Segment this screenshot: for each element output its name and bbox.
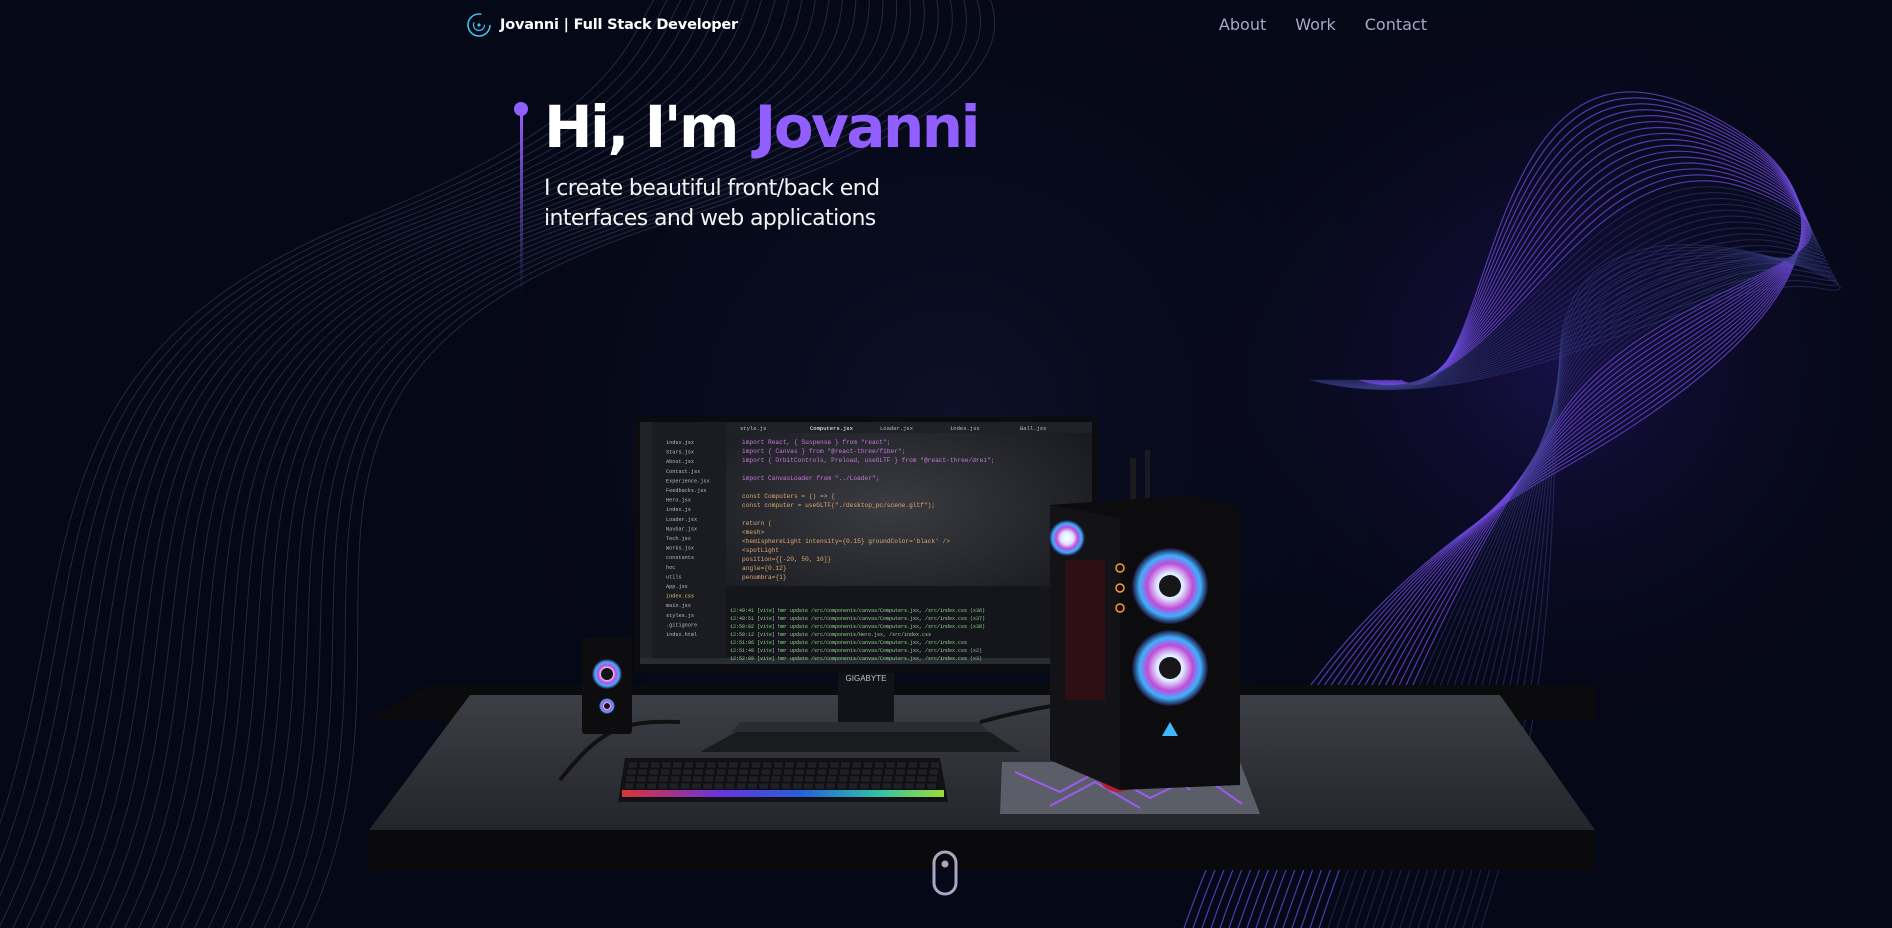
code-line: position={[-20, 50, 10]}: [742, 556, 831, 563]
code-line: angle={0.12}: [742, 565, 787, 572]
keyboard: [618, 758, 948, 802]
code-line: <spotLight: [742, 547, 779, 554]
explorer-item: Tech.jsx: [666, 536, 691, 542]
code-line: <hemisphereLight intensity={0.15} ground…: [742, 538, 950, 545]
hero-subtitle: I create beautiful front/back end interf…: [544, 176, 880, 231]
explorer-item: Feedbacks.jsx: [666, 488, 706, 494]
nav-link-work[interactable]: Work: [1295, 15, 1336, 34]
editor-tab: Ball.jsx: [1020, 425, 1047, 432]
code-line: const Computers = () => {: [742, 493, 835, 500]
explorer-item: utils: [666, 574, 682, 580]
explorer-item: index.js: [666, 507, 691, 513]
editor-tab: Loader.jsx: [880, 425, 914, 432]
terminal-line: 12:50:02 [vite] hmr update /src/componen…: [730, 624, 985, 630]
explorer-item: Stars.jsx: [666, 450, 694, 456]
monitor: GIGABYTE style.js Computers.jsx Loader.jsx…: [634, 417, 1098, 683]
logo-icon: [467, 13, 491, 37]
desktop-pc-scene[interactable]: GIGABYTE style.js Computers.jsx Loader.jsx…: [360, 400, 1600, 880]
desk: [368, 685, 1595, 870]
terminal-line: 12:49:51 [vite] hmr update /src/componen…: [730, 616, 985, 622]
explorer-item: index.html: [666, 632, 697, 638]
explorer-item: Navbar.jsx: [666, 526, 697, 532]
hero-title: Hi, I'm Jovanni: [544, 92, 981, 162]
explorer-item: Experience.jsx: [666, 478, 710, 484]
explorer-item: Works.jsx: [666, 546, 694, 552]
code-line: <mesh>: [742, 529, 765, 536]
explorer-item: Contact.jsx: [666, 469, 700, 475]
explorer-item: Loader.jsx: [666, 517, 697, 523]
explorer-item: constants: [666, 555, 694, 561]
terminal-line: 12:51:06 [vite] hmr update /src/componen…: [730, 640, 967, 646]
terminal-line: 12:50:12 [vite] hmr update /src/componen…: [730, 632, 931, 638]
code-line: return (: [742, 520, 772, 527]
monitor-brand: GIGABYTE: [846, 674, 887, 683]
terminal-line: 12:52:09 [vite] hmr update /src/componen…: [730, 656, 982, 662]
explorer-item: .gitignore: [666, 622, 697, 628]
explorer-item: Hero.jsx: [666, 498, 691, 504]
scroll-mouse-icon[interactable]: [932, 850, 958, 896]
navbar: Jovanni | Full Stack Developer About Wor…: [0, 0, 1892, 48]
explorer-item: index.jsx: [666, 440, 694, 446]
explorer-item: styles.js: [666, 613, 694, 619]
terminal-line: 12:51:48 [vite] hmr update /src/componen…: [730, 648, 982, 654]
hero-greeting: Hi, I'm: [544, 93, 755, 161]
nav-link-about[interactable]: About: [1219, 15, 1266, 34]
explorer-item: hoc: [666, 565, 675, 571]
explorer-item: main.jsx: [666, 603, 691, 609]
code-line: import React, { Suspense } from "react";: [742, 439, 891, 446]
code-line: penumbra={1}: [742, 574, 787, 581]
vscode-activity-bar: [640, 422, 652, 664]
explorer-item: App.jsx: [666, 584, 688, 590]
code-line: import { OrbitControls, Preload, useGLTF…: [742, 457, 995, 464]
explorer-item: About.jsx: [666, 459, 694, 465]
hero-name: Jovanni: [754, 93, 981, 161]
brand-name: Jovanni | Full Stack Developer: [500, 17, 738, 33]
terminal-line: 12:49:41 [vite] hmr update /src/componen…: [730, 608, 985, 614]
nav-link-contact[interactable]: Contact: [1365, 15, 1427, 34]
nav-links: About Work Contact: [1219, 15, 1427, 34]
hero-accent-line: [520, 114, 523, 294]
editor-tab: Computers.jsx: [810, 425, 854, 432]
left-speaker: [582, 638, 632, 734]
code-line: import { Canvas } from "@react-three/fib…: [742, 448, 905, 455]
code-line: const computer = useGLTF("./desktop_pc/s…: [742, 502, 935, 509]
editor-tab: style.js: [740, 425, 766, 432]
explorer-item: index.css: [666, 594, 694, 600]
brand-link[interactable]: Jovanni | Full Stack Developer: [466, 12, 738, 38]
editor-tab: index.jsx: [950, 425, 980, 432]
code-line: import CanvasLoader from "../Loader";: [742, 475, 879, 482]
